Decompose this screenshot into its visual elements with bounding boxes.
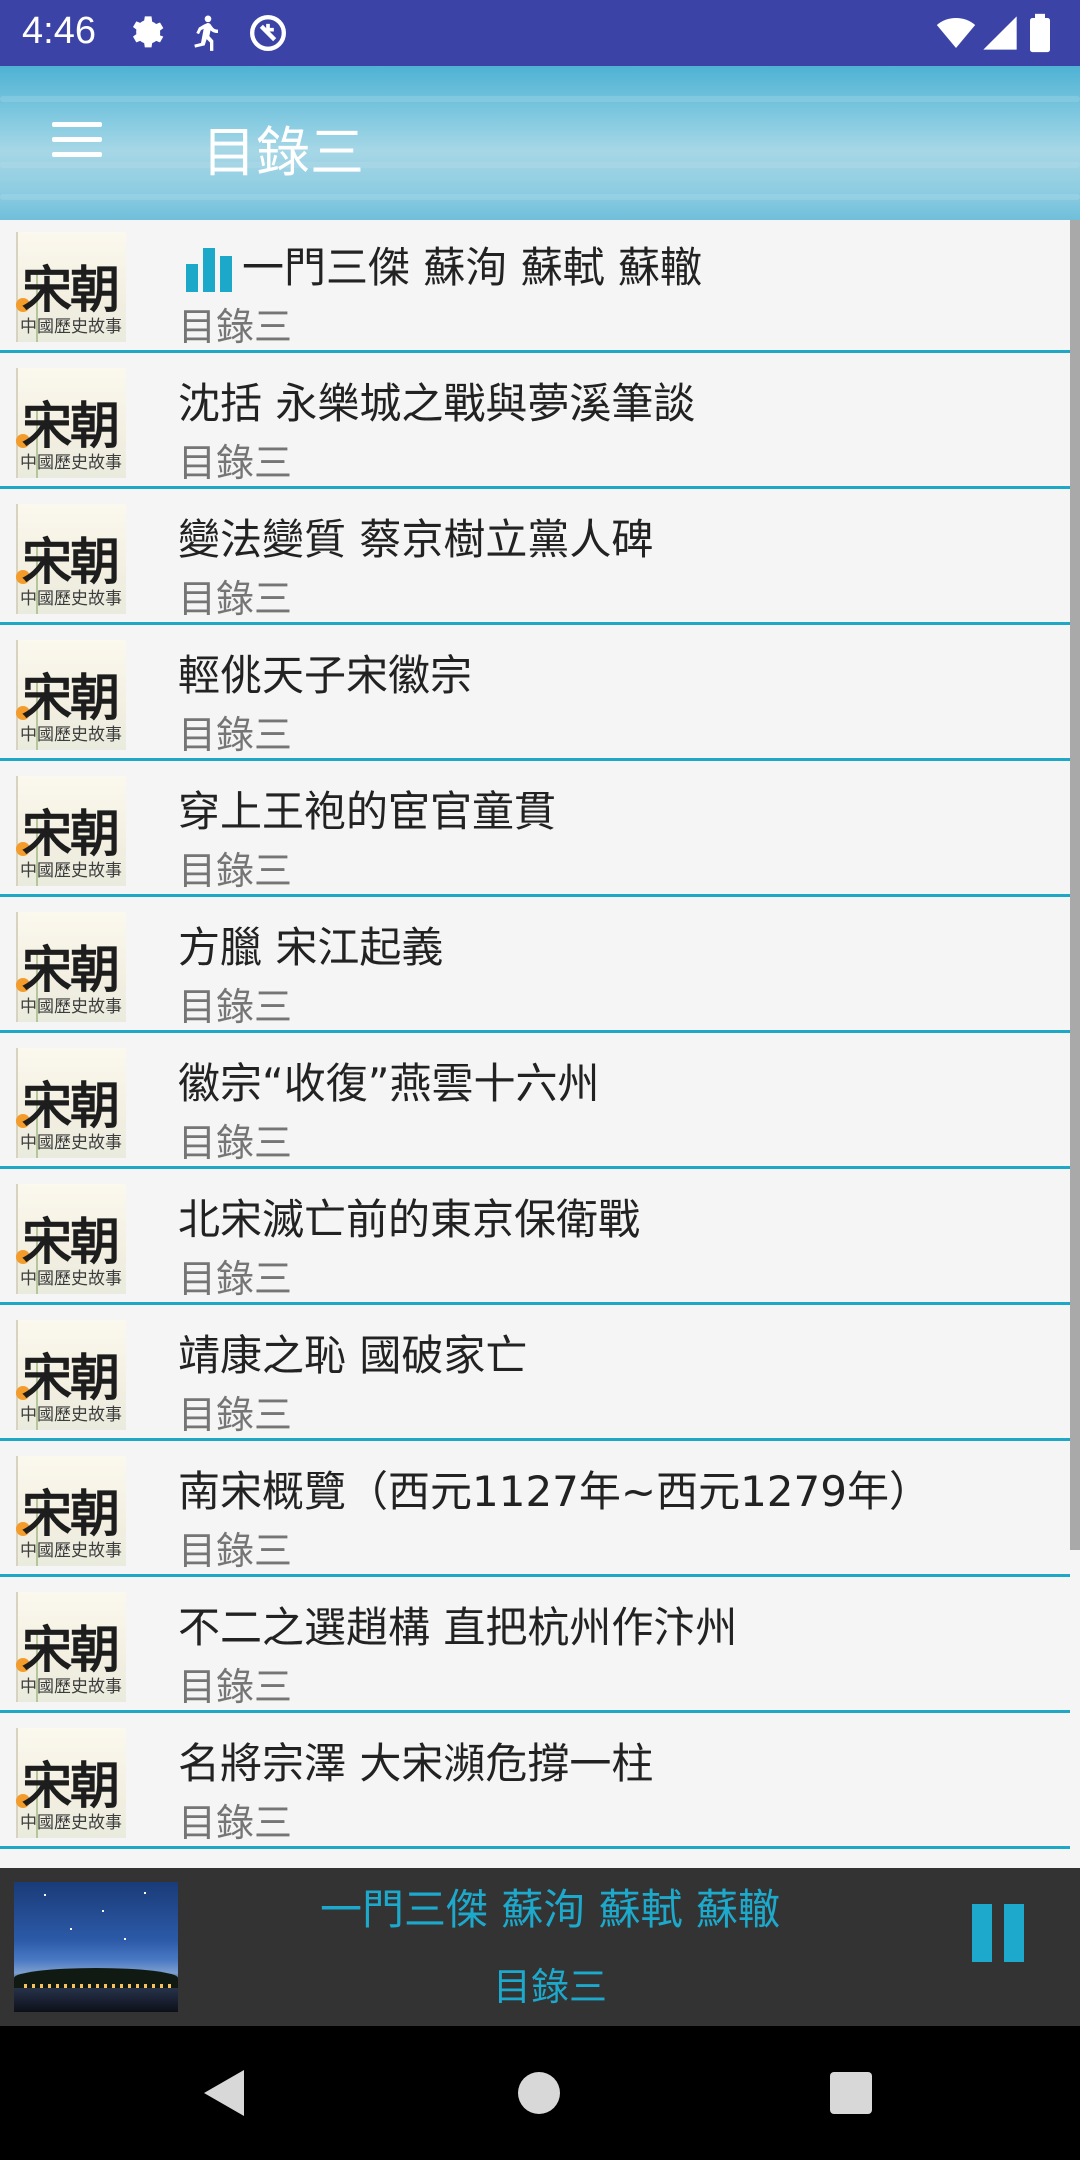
- track-title: 北宋滅亡前的東京保衛戰: [178, 1195, 641, 1244]
- now-playing-equalizer-icon: [186, 248, 232, 292]
- list-item[interactable]: 宋朝 中國歷史故事 北宋滅亡前的東京保衛戰目錄三: [0, 1172, 1070, 1305]
- thumbnail-caption: 中國歷史故事: [20, 997, 122, 1017]
- cell-signal-icon: [983, 16, 1017, 50]
- battery-icon: [1030, 13, 1050, 53]
- track-thumbnail: 宋朝 中國歷史故事: [16, 640, 126, 750]
- track-subtitle: 目錄三: [178, 441, 293, 485]
- track-title: 沈括 永樂城之戰與夢溪筆談: [178, 379, 696, 428]
- thumbnail-caption: 中國歷史故事: [20, 861, 122, 881]
- thumbnail-caption: 中國歷史故事: [20, 1405, 122, 1425]
- now-playing-title: 一門三傑 蘇洵 蘇軾 蘇轍: [319, 1885, 781, 1934]
- pause-icon[interactable]: [968, 1904, 1026, 1966]
- list-item[interactable]: 宋朝 中國歷史故事 穿上王袍的宦官童貫目錄三: [0, 764, 1070, 897]
- track-thumbnail: 宋朝 中國歷史故事: [16, 504, 126, 614]
- thumbnail-caption: 中國歷史故事: [20, 1813, 122, 1833]
- track-title: 變法變質 蔡京樹立黨人碑: [178, 515, 654, 564]
- track-subtitle: 目錄三: [178, 305, 293, 349]
- track-subtitle: 目錄三: [178, 1393, 293, 1437]
- track-thumbnail: 宋朝 中國歷史故事: [16, 1728, 126, 1838]
- wifi-icon: [936, 17, 976, 48]
- list-item[interactable]: 宋朝 中國歷史故事 徽宗“收復”燕雲十六州目錄三: [0, 1036, 1070, 1169]
- thumbnail-caption: 中國歷史故事: [20, 1677, 122, 1697]
- track-subtitle: 目錄三: [178, 1529, 293, 1573]
- track-title: 方臘 宋江起義: [178, 923, 444, 972]
- track-thumbnail: 宋朝 中國歷史故事: [16, 1592, 126, 1702]
- scrollbar[interactable]: [1070, 220, 1080, 1550]
- gear-icon: [133, 16, 164, 48]
- thumbnail-caption: 中國歷史故事: [20, 453, 122, 473]
- list-item[interactable]: 宋朝 中國歷史故事 沈括 永樂城之戰與夢溪筆談目錄三: [0, 356, 1070, 489]
- thumbnail-caption: 中國歷史故事: [20, 725, 122, 745]
- list-item[interactable]: 宋朝 中國歷史故事 靖康之恥 國破家亡目錄三: [0, 1308, 1070, 1441]
- track-title: 輕佻天子宋徽宗: [178, 651, 473, 700]
- track-title: 一門三傑 蘇洵 蘇軾 蘇轍: [242, 243, 703, 292]
- page-title: 目錄三: [202, 121, 364, 184]
- album-art-image: [14, 1882, 178, 2012]
- track-subtitle: 目錄三: [178, 1257, 293, 1301]
- track-subtitle: 目錄三: [178, 1801, 293, 1845]
- thumbnail-caption: 中國歷史故事: [20, 317, 122, 337]
- no-sync-icon: [250, 15, 286, 51]
- list-item[interactable]: 宋朝 中國歷史故事 輕佻天子宋徽宗目錄三: [0, 628, 1070, 761]
- thumbnail-caption: 中國歷史故事: [20, 589, 122, 609]
- track-thumbnail: 宋朝 中國歷史故事: [16, 1320, 126, 1430]
- thumbnail-caption: 中國歷史故事: [20, 1541, 122, 1561]
- running-figure-icon: [194, 15, 218, 51]
- list-item[interactable]: 宋朝 中國歷史故事 南宋概覽（西元1127年~西元1279年） 目錄三: [0, 1444, 1070, 1577]
- track-title: 名將宗澤 大宋瀕危撐一柱: [178, 1739, 654, 1788]
- track-thumbnail: 宋朝 中國歷史故事: [16, 232, 126, 342]
- app-bar: 目錄三: [0, 66, 1080, 220]
- track-title: 南宋概覽（西元1127年~西元1279年）: [178, 1467, 931, 1516]
- home-icon[interactable]: [518, 2072, 560, 2114]
- hamburger-menu-icon[interactable]: [46, 118, 106, 162]
- track-subtitle: 目錄三: [178, 1665, 293, 1709]
- status-bar: 4:46: [0, 0, 1080, 66]
- track-subtitle: 目錄三: [178, 1121, 293, 1165]
- list-item[interactable]: 宋朝 中國歷史故事 一門三傑 蘇洵 蘇軾 蘇轍目錄三: [0, 220, 1070, 353]
- track-title: 徽宗“收復”燕雲十六州: [178, 1059, 600, 1108]
- system-nav-bar: [0, 2026, 1080, 2160]
- list-item[interactable]: 宋朝 中國歷史故事 方臘 宋江起義目錄三: [0, 900, 1070, 1033]
- list-item[interactable]: 宋朝 中國歷史故事 不二之選趙構 直把杭州作汴州目錄三: [0, 1580, 1070, 1713]
- track-thumbnail: 宋朝 中國歷史故事: [16, 912, 126, 1022]
- track-thumbnail: 宋朝 中國歷史故事: [16, 1456, 126, 1566]
- track-subtitle: 目錄三: [178, 577, 293, 621]
- track-thumbnail: 宋朝 中國歷史故事: [16, 776, 126, 886]
- thumbnail-caption: 中國歷史故事: [20, 1269, 122, 1289]
- list-item[interactable]: 宋朝 中國歷史故事 名將宗澤 大宋瀕危撐一柱目錄三: [0, 1716, 1070, 1849]
- now-playing-bar[interactable]: 一門三傑 蘇洵 蘇軾 蘇轍 目錄三: [0, 1868, 1080, 2026]
- now-playing-subtitle: 目錄三: [492, 1965, 607, 2009]
- thumbnail-caption: 中國歷史故事: [20, 1133, 122, 1153]
- track-thumbnail: 宋朝 中國歷史故事: [16, 368, 126, 478]
- back-icon[interactable]: [204, 2070, 244, 2116]
- track-list[interactable]: 宋朝 中國歷史故事 一門三傑 蘇洵 蘇軾 蘇轍 目錄三 宋朝 中國歷史故事 沈括 永樂城之戰…: [0, 220, 1070, 1868]
- track-thumbnail: 宋朝 中國歷史故事: [16, 1184, 126, 1294]
- track-thumbnail: 宋朝 中國歷史故事: [16, 1048, 126, 1158]
- track-title: 穿上王袍的宦官童貫: [178, 787, 557, 836]
- track-title: 靖康之恥 國破家亡: [178, 1331, 528, 1380]
- track-subtitle: 目錄三: [178, 849, 293, 893]
- status-time: 4:46: [22, 10, 96, 52]
- track-title: 不二之選趙構 直把杭州作汴州: [178, 1603, 738, 1652]
- track-subtitle: 目錄三: [178, 985, 293, 1029]
- list-item[interactable]: 宋朝 中國歷史故事 變法變質 蔡京樹立黨人碑目錄三: [0, 492, 1070, 625]
- recents-icon[interactable]: [830, 2072, 872, 2114]
- track-subtitle: 目錄三: [178, 713, 293, 757]
